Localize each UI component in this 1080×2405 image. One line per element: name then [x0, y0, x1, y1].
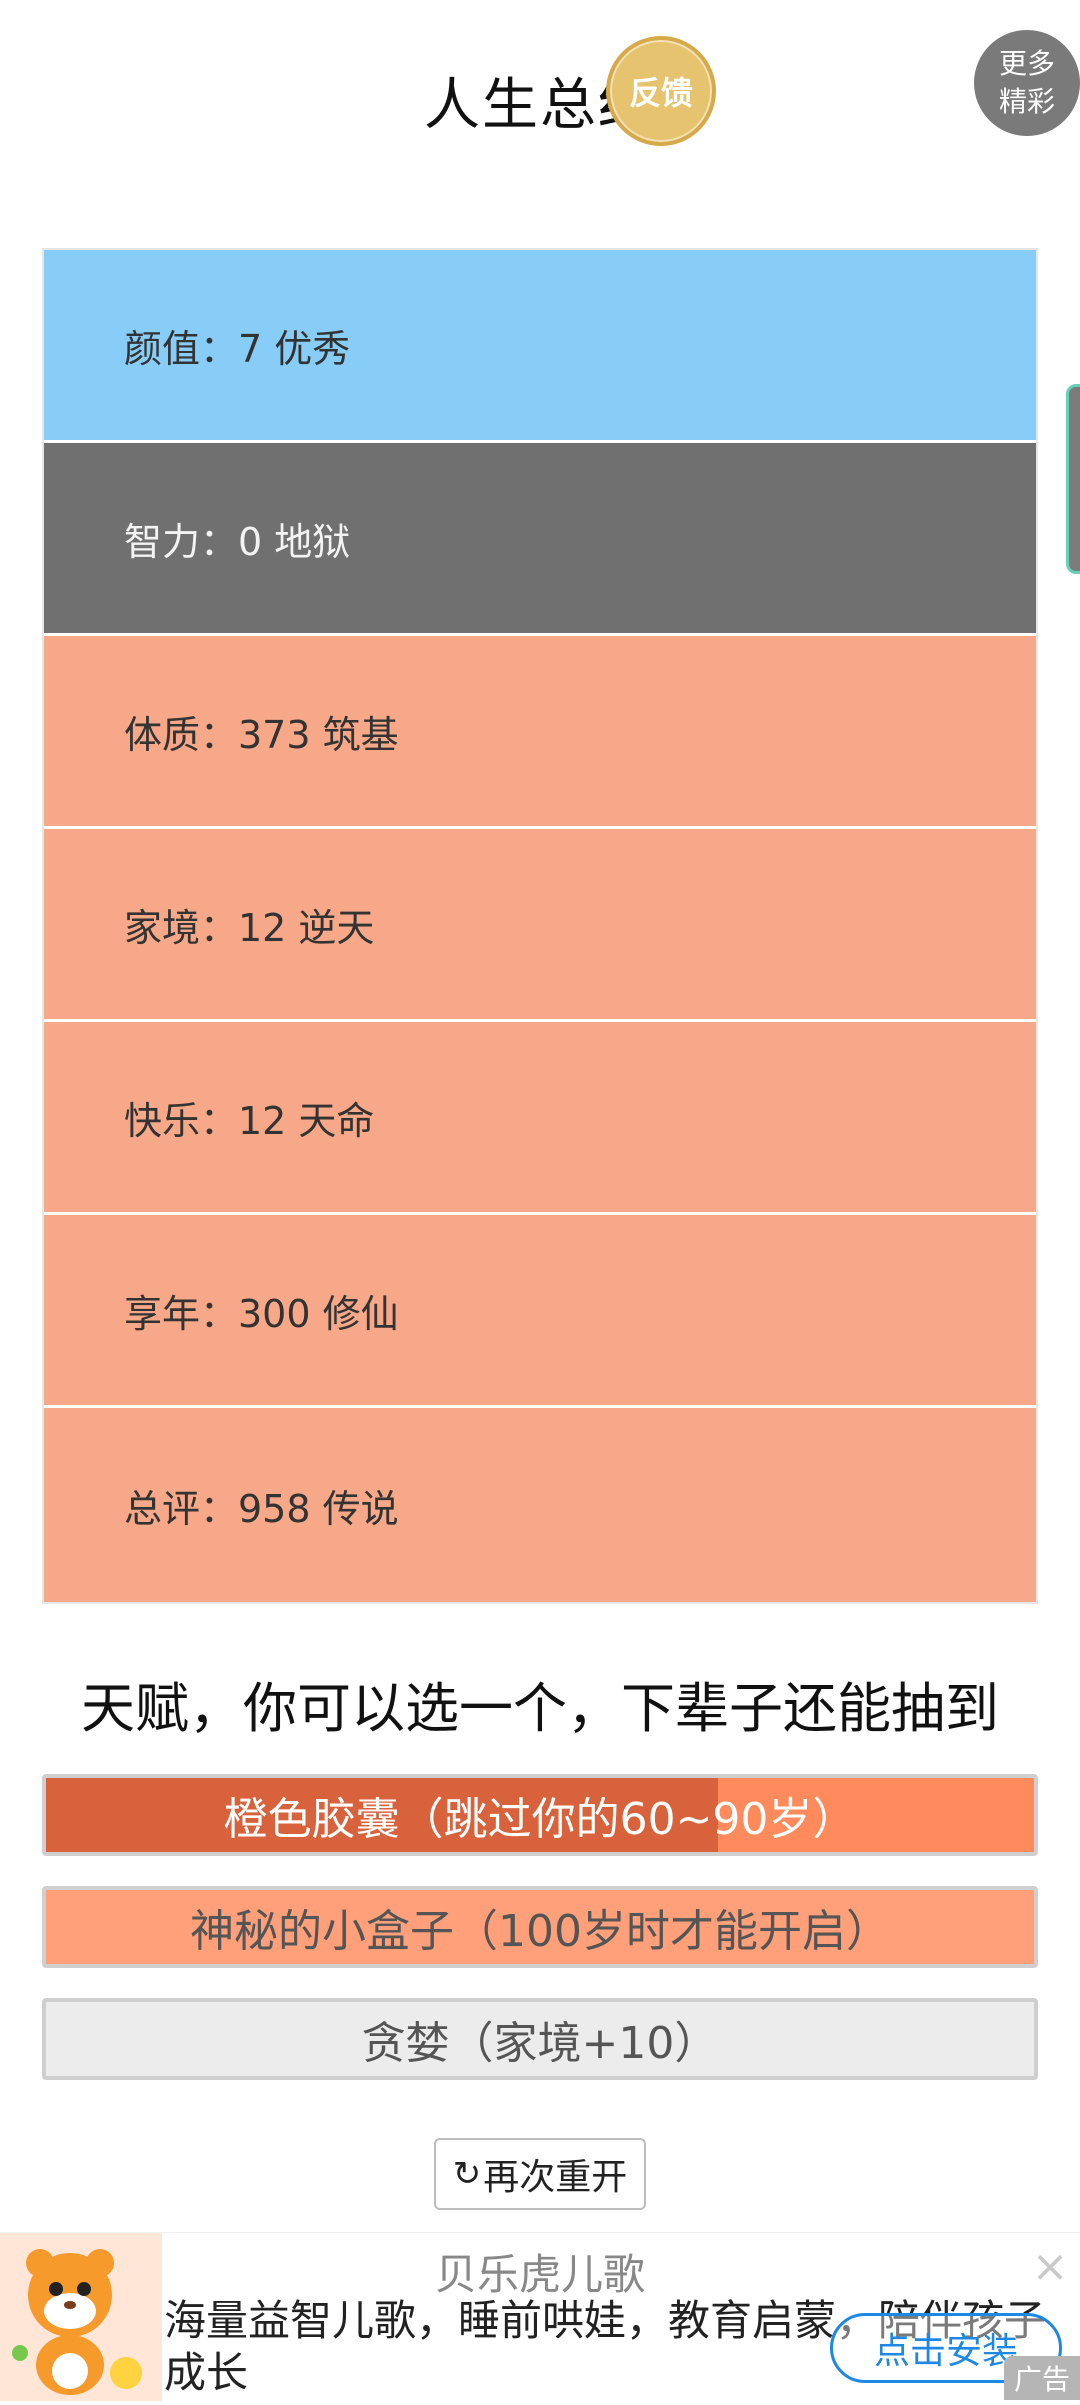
restart-button[interactable]: ↻ 再次重开: [434, 2138, 646, 2210]
talent-label: 橙色胶囊（跳过你的60~90岁）: [223, 1794, 857, 1845]
stat-row-appearance: 颜值：7 优秀: [44, 250, 1036, 443]
stat-label: 智力：0 地狱: [124, 519, 351, 564]
restart-label: 再次重开: [483, 2157, 628, 2198]
ad-label-badge: 广告: [1004, 2356, 1080, 2400]
stat-label: 享年：300 修仙: [124, 1291, 399, 1336]
talent-heading: 天赋，你可以选一个，下辈子还能抽到: [81, 1677, 999, 1740]
talent-option-mystery-box[interactable]: 神秘的小盒子（100岁时才能开启）: [42, 1886, 1038, 1968]
talent-option-greed[interactable]: 贪婪（家境+10）: [42, 1998, 1038, 2080]
talent-label: 贪婪（家境+10）: [361, 2018, 719, 2069]
stat-label: 快乐：12 天命: [124, 1098, 375, 1143]
stat-row-overall: 总评：958 传说: [44, 1408, 1036, 1602]
stat-label: 体质：373 筑基: [124, 712, 399, 757]
more-label-line2: 精彩: [998, 85, 1055, 118]
stat-label: 家境：12 逆天: [124, 905, 375, 950]
stat-label: 总评：958 传说: [124, 1486, 399, 1531]
ad-banner[interactable]: 贝乐虎儿歌 海量益智儿歌，睡前哄娃，教育启蒙，陪伴孩子成长 点击安装 ×: [0, 2232, 1080, 2401]
stat-label: 颜值：7 优秀: [124, 326, 351, 371]
stat-row-constitution: 体质：373 筑基: [44, 636, 1036, 829]
feedback-button[interactable]: 反馈: [606, 36, 716, 146]
refresh-icon: ↻: [452, 2154, 482, 2194]
talent-label: 神秘的小盒子（100岁时才能开启）: [190, 1906, 890, 1957]
stat-row-family: 家境：12 逆天: [44, 829, 1036, 1022]
floating-side-tab[interactable]: [1066, 384, 1080, 574]
page-title: 人生总结: [424, 73, 656, 138]
ad-title: 贝乐虎儿歌: [434, 2250, 645, 2299]
stat-row-happiness: 快乐：12 天命: [44, 1022, 1036, 1215]
talent-option-orange-capsule[interactable]: 橙色胶囊（跳过你的60~90岁）: [42, 1774, 1038, 1856]
stat-row-intelligence: 智力：0 地狱: [44, 443, 1036, 636]
close-icon[interactable]: ×: [1030, 2245, 1070, 2289]
stats-list: 颜值：7 优秀 智力：0 地狱 体质：373 筑基 家境：12 逆天 快乐：12…: [42, 248, 1038, 1604]
more-label-line1: 更多: [998, 47, 1055, 80]
stat-row-lifespan: 享年：300 修仙: [44, 1215, 1036, 1408]
more-button[interactable]: 更多 精彩: [974, 30, 1080, 136]
